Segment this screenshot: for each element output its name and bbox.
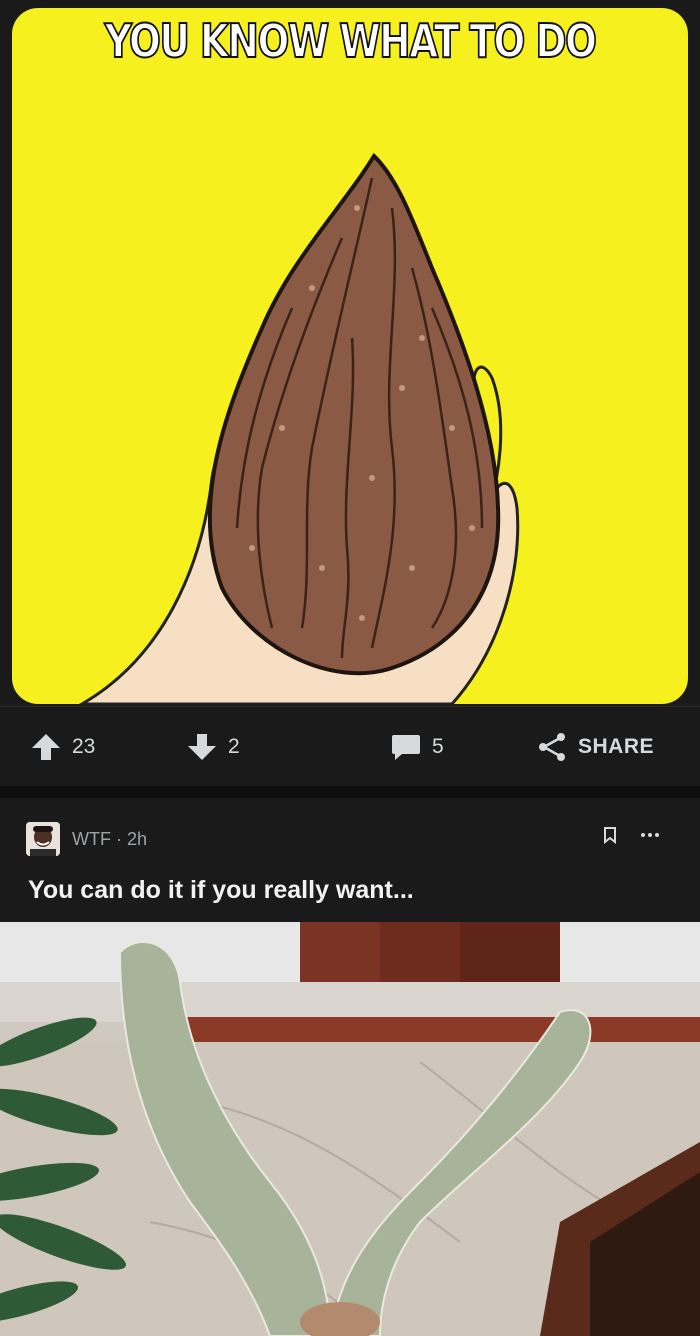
post-divider [0,786,700,798]
downvote-button[interactable]: 2 [186,707,240,787]
post2-header: WTF · 2h [26,822,147,856]
cactus-photo [0,922,700,1336]
post1-image[interactable]: YOU KNOW WHAT TO DO [0,0,700,706]
share-button[interactable]: SHARE [536,707,654,787]
meme-caption: YOU KNOW WHAT TO DO [104,13,598,69]
arrow-up-icon [32,734,60,760]
post2-card[interactable]: WTF · 2h You can do it if you really wan… [0,798,700,1336]
share-icon [539,733,565,761]
downvote-count: 2 [228,735,240,758]
meme-illustration [78,152,520,704]
upvote-button[interactable]: 23 [30,707,95,787]
avatar-face-icon [26,822,60,856]
comments-button[interactable]: 5 [390,707,444,787]
arrow-down-icon [188,734,216,760]
avatar[interactable] [26,822,60,856]
post-title[interactable]: You can do it if you really want... [28,876,414,905]
post1-action-bar: 23 2 5 SHARE [0,706,700,787]
post2-actions [602,826,660,844]
meme-card: YOU KNOW WHAT TO DO [12,8,688,704]
post-meta[interactable]: WTF · 2h [72,829,147,850]
comment-icon [392,735,420,760]
bookmark-icon[interactable] [602,826,618,844]
share-label: SHARE [578,735,655,758]
more-options-icon[interactable] [640,831,660,839]
comment-count: 5 [432,735,444,758]
upvote-count: 23 [72,735,96,758]
post2-image[interactable] [0,922,700,1336]
